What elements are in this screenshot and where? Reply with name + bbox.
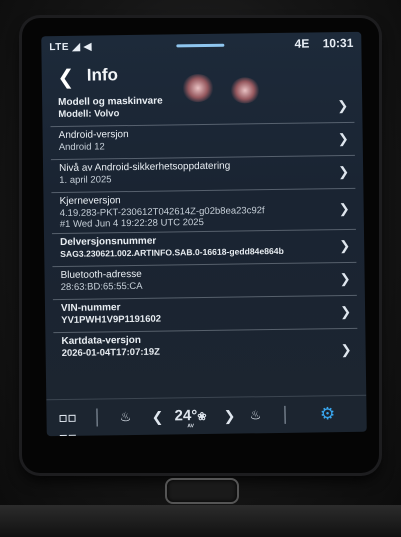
- chevron-right-icon: ❯: [339, 270, 351, 287]
- list-item-vin[interactable]: VIN-nummer YV1PWH1V9P1191602 ❯: [52, 295, 358, 334]
- temperature-value: 24°: [174, 407, 198, 425]
- chevron-right-icon: ❯: [340, 341, 352, 357]
- temperature-display[interactable]: 24°❀ AV: [168, 406, 212, 429]
- network-indicator: 4E: [294, 36, 310, 51]
- chevron-right-icon: ❯: [337, 130, 349, 147]
- fan-icon: ❀: [197, 410, 207, 424]
- gear-icon[interactable]: ⚙: [316, 404, 338, 424]
- clock: 10:31: [322, 35, 354, 51]
- seat-heat-icon[interactable]: ♨: [116, 407, 134, 427]
- list-item-bluetooth-address[interactable]: Bluetooth-adresse 28:63:BD:65:55:CA ❯: [52, 262, 357, 301]
- list-item-android-version[interactable]: Android-versjon Android 12 ❯: [50, 122, 355, 161]
- status-bar: LTE ◢ ◀ 4E 10:31: [41, 32, 361, 58]
- list-item-build-number[interactable]: Delversjonsnummer SAG3.230621.002.ARTINF…: [51, 229, 357, 268]
- divider: [96, 408, 98, 427]
- list-item-map-data-version[interactable]: Kartdata-versjon 2026-01-04T17:07:19Z ❯: [53, 329, 358, 374]
- info-list: Modell og maskinvare Modell: Volvo ❯ And…: [50, 89, 358, 374]
- chevron-left-icon[interactable]: ❮: [54, 66, 78, 90]
- page-title: Info: [86, 65, 119, 85]
- signal-indicator: LTE ◢ ◀: [49, 41, 93, 54]
- list-item-security-patch[interactable]: Nivå av Android-sikkerhetsoppdatering 1.…: [50, 155, 356, 194]
- home-button[interactable]: [165, 478, 239, 504]
- temp-up-button[interactable]: ❯: [222, 406, 236, 426]
- dashboard-trim: [0, 505, 401, 537]
- pull-down-handle[interactable]: [176, 43, 225, 48]
- chevron-right-icon: ❯: [339, 237, 351, 254]
- grid-icon[interactable]: [58, 408, 76, 437]
- list-item-model[interactable]: Modell og maskinvare Modell: Volvo ❯: [50, 89, 355, 128]
- chevron-right-icon: ❯: [337, 97, 349, 114]
- seat-heat-icon[interactable]: ♨: [246, 405, 264, 425]
- infotainment-screen: LTE ◢ ◀ 4E 10:31 ❮ Info Modell og maskin…: [41, 31, 367, 437]
- status-right: 4E 10:31: [285, 36, 354, 51]
- list-item-kernel-version[interactable]: Kjerneversjon 4.19.283-PKT-230612T042614…: [51, 188, 356, 235]
- temp-down-button[interactable]: ❮: [150, 407, 164, 427]
- chevron-right-icon: ❯: [340, 303, 352, 320]
- chevron-right-icon: ❯: [338, 163, 350, 180]
- chevron-right-icon: ❯: [338, 200, 350, 217]
- climate-bar: ♨ ❮ 24°❀ AV ❯ ♨ ⚙: [46, 394, 367, 437]
- divider: [284, 405, 286, 424]
